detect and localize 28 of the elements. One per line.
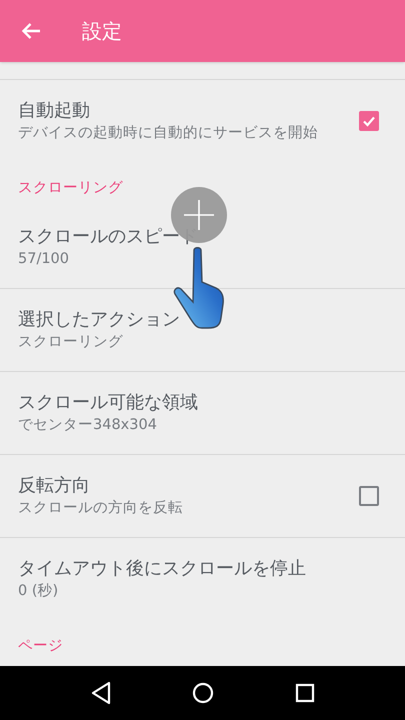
- checkbox[interactable]: [359, 486, 379, 506]
- category-header: ページ: [18, 637, 63, 656]
- setting-title: 選択したアクション: [18, 308, 181, 332]
- back-icon[interactable]: [90, 681, 112, 705]
- category-header: スクローリング: [18, 179, 123, 198]
- setting-summary: スクローリング: [18, 333, 124, 352]
- setting-title: スクロールのスピード: [18, 225, 199, 249]
- setting-row[interactable]: スクロールのスピード 57/100: [0, 206, 405, 288]
- app-bar-title: 設定: [82, 18, 122, 45]
- setting-summary: スクロールの方向を反転: [18, 498, 184, 518]
- home-icon[interactable]: [192, 682, 214, 704]
- setting-summary: 57/100: [18, 250, 70, 269]
- recents-icon[interactable]: [294, 683, 315, 703]
- setting-summary: デバイスの起動時に自動的にサービスを開始: [18, 124, 319, 143]
- check-icon: [362, 114, 376, 128]
- back-arrow-icon: [21, 22, 41, 40]
- setting-summary: 0 (秒): [18, 582, 60, 601]
- setting-summary: でセンター348x304: [18, 416, 158, 435]
- setting-title: スクロール可能な領域: [18, 391, 199, 415]
- checkbox[interactable]: [359, 111, 379, 131]
- setting-title: 反転方向: [18, 474, 91, 498]
- setting-title: 自動起動: [18, 99, 91, 123]
- setting-row[interactable]: 自動起動 デバイスの起動時に自動的にサービスを開始: [0, 80, 405, 162]
- setting-row[interactable]: 選択したアクション スクローリング: [0, 289, 405, 371]
- setting-title: タイムアウト後にスクロールを停止: [18, 557, 307, 581]
- setting-row[interactable]: タイムアウト後にスクロールを停止 0 (秒): [0, 538, 405, 620]
- setting-row[interactable]: 反転方向 スクロールの方向を反転: [0, 455, 405, 537]
- setting-row[interactable]: スクロール可能な領域 でセンター348x304: [0, 372, 405, 454]
